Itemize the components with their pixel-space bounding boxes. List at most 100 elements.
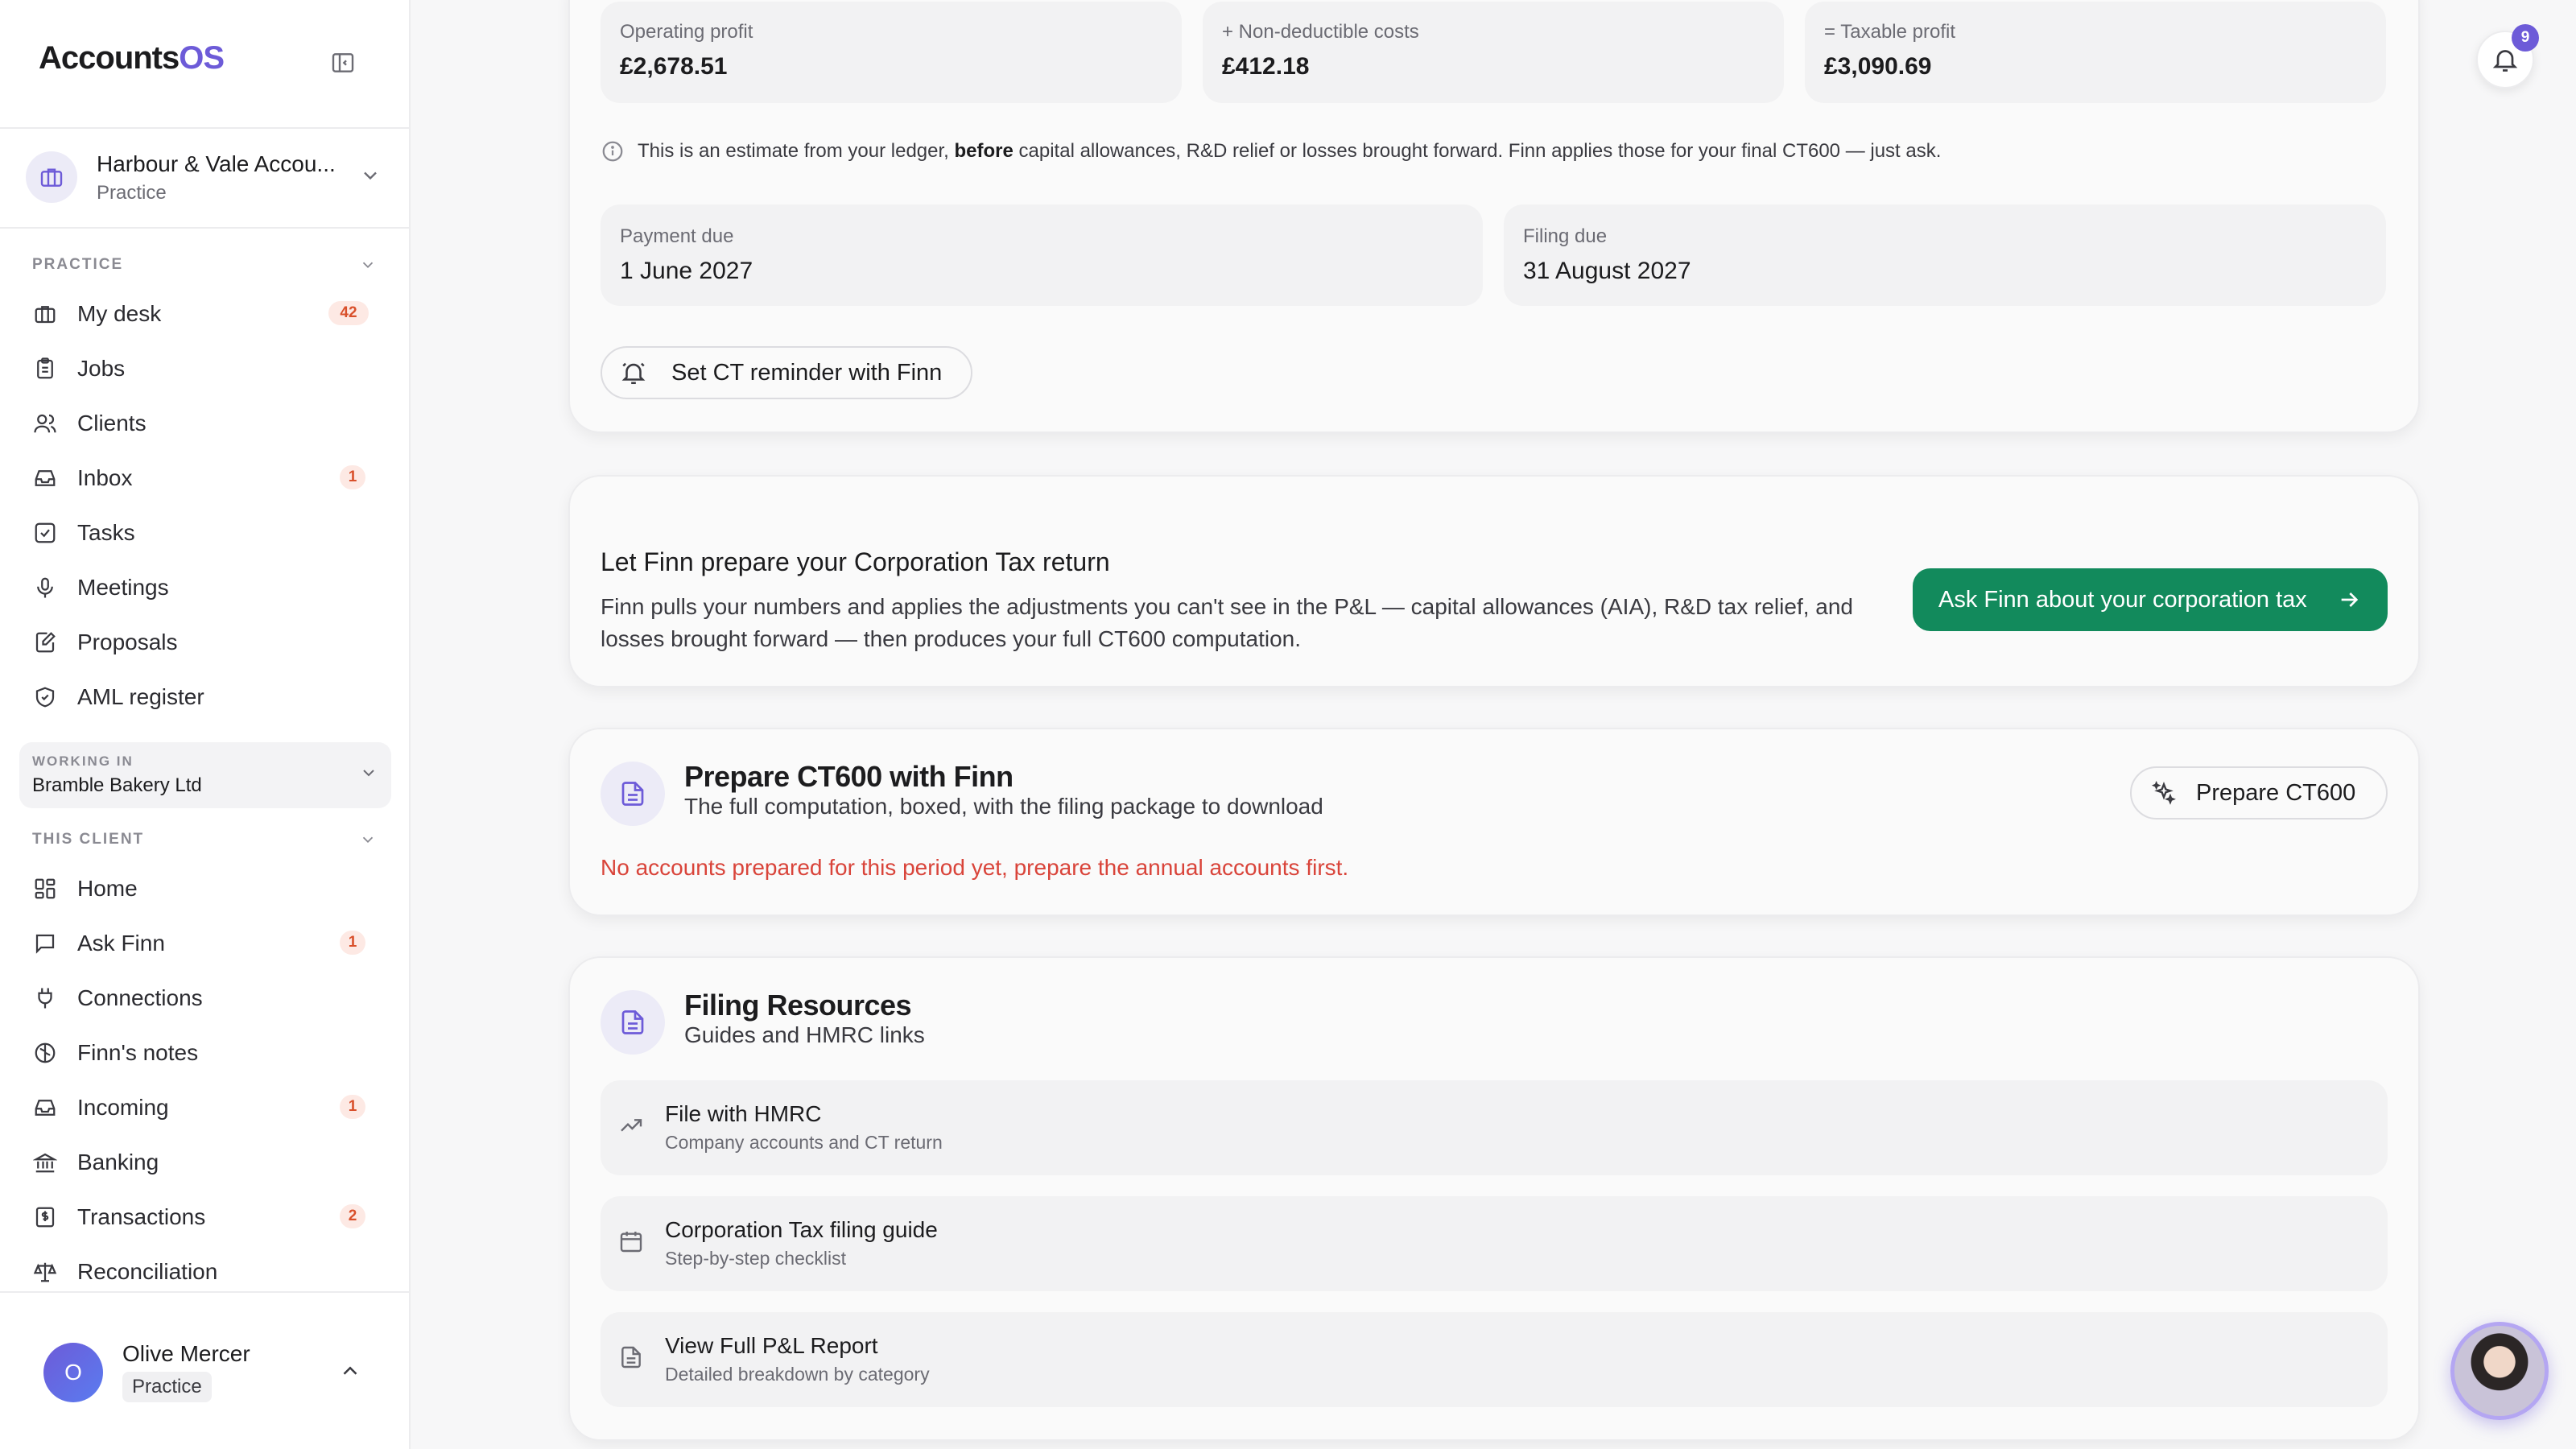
ask-finn-corporation-tax-button[interactable]: Ask Finn about your corporation tax — [1913, 568, 2388, 631]
operating-profit-stat: Operating profit £2,678.51 — [601, 2, 1182, 103]
sidebar-item-banking[interactable]: Banking — [32, 1140, 386, 1185]
sidebar-item-proposals[interactable]: Proposals — [32, 620, 386, 665]
sidebar-item-ask-finn[interactable]: Ask Finn 1 — [32, 921, 386, 966]
filing-resources-title: Filing Resources — [684, 989, 912, 1022]
non-deductible-stat: + Non-deductible costs £412.18 — [1203, 2, 1784, 103]
inbox-icon — [32, 1095, 58, 1121]
sparkle-icon — [2151, 780, 2177, 806]
chevron-down-icon[interactable] — [359, 256, 377, 278]
chat-icon — [32, 931, 58, 956]
sidebar-toggle-icon — [332, 53, 354, 72]
assistant-avatar-button[interactable] — [2450, 1322, 2549, 1420]
org-name: Harbour & Vale Accou... — [97, 151, 336, 176]
org-role: Practice — [97, 182, 167, 204]
sidebar-item-connections[interactable]: Connections — [32, 976, 386, 1021]
avatar: O — [43, 1343, 103, 1402]
arrow-right-icon — [2336, 587, 2362, 613]
stat-label: Filing due — [1523, 225, 1608, 247]
chevron-down-icon[interactable] — [359, 831, 377, 852]
sidebar-item-finns-notes[interactable]: Finn's notes — [32, 1030, 386, 1075]
sidebar-item-inbox[interactable]: Inbox 1 — [32, 456, 386, 501]
resource-subtitle: Step-by-step checklist — [665, 1248, 846, 1269]
prepare-ct600-button[interactable]: Prepare CT600 — [2130, 766, 2388, 819]
brand-logo[interactable]: AccountsOS — [39, 40, 225, 76]
sidebar-item-label: Ask Finn — [77, 931, 165, 956]
sidebar-item-label: Clients — [77, 411, 147, 436]
stat-value: 31 August 2027 — [1523, 258, 1691, 284]
stat-label: Payment due — [620, 225, 734, 247]
stat-value: £412.18 — [1222, 53, 1310, 80]
sidebar-item-label: Transactions — [77, 1204, 206, 1229]
sidebar-item-label: Proposals — [77, 630, 178, 654]
resource-title: Corporation Tax filing guide — [665, 1217, 938, 1242]
bell-icon — [2492, 50, 2518, 72]
set-ct-reminder-button[interactable]: Set CT reminder with Finn — [601, 346, 972, 399]
sidebar-item-home[interactable]: Home — [32, 866, 386, 911]
finn-prepare-title: Let Finn prepare your Corporation Tax re… — [601, 547, 1110, 576]
resource-subtitle: Company accounts and CT return — [665, 1132, 943, 1153]
note-text-bold: before — [954, 140, 1013, 162]
sidebar-item-aml-register[interactable]: AML register — [32, 675, 386, 720]
sidebar-item-incoming[interactable]: Incoming 1 — [32, 1085, 386, 1130]
button-label: Ask Finn about your corporation tax — [1938, 586, 2307, 613]
stat-label: = Taxable profit — [1824, 21, 1955, 43]
sidebar-item-label: Home — [77, 876, 138, 901]
sidebar-item-my-desk[interactable]: My desk 42 — [32, 291, 386, 336]
brain-icon — [32, 1040, 58, 1066]
shield-check-icon — [32, 684, 58, 710]
chevron-down-icon — [359, 763, 378, 786]
button-label: Set CT reminder with Finn — [671, 359, 943, 386]
receipt-icon — [32, 1204, 58, 1230]
brand-row: AccountsOS — [0, 0, 409, 129]
sidebar-collapse-button[interactable] — [330, 50, 356, 76]
ct600-card — [568, 728, 2420, 916]
stat-label: Operating profit — [620, 21, 753, 43]
resource-item-ct-filing-guide[interactable]: Corporation Tax filing guide Step-by-ste… — [601, 1196, 2388, 1291]
client-switcher[interactable]: WORKING IN Bramble Bakery Ltd — [19, 742, 391, 808]
filing-resources-subtitle: Guides and HMRC links — [684, 1022, 925, 1047]
count-badge: 1 — [340, 465, 365, 489]
ct600-title: Prepare CT600 with Finn — [684, 760, 1013, 793]
sidebar-item-meetings[interactable]: Meetings — [32, 565, 386, 610]
briefcase-icon — [40, 168, 63, 187]
resource-title: File with HMRC — [665, 1101, 822, 1126]
chevron-up-icon[interactable] — [338, 1359, 362, 1387]
sidebar-item-clients[interactable]: Clients — [32, 401, 386, 446]
plug-icon — [32, 985, 58, 1011]
sidebar-item-label: AML register — [77, 684, 204, 709]
sidebar-item-label: Finn's notes — [77, 1040, 199, 1065]
sidebar-item-label: Meetings — [77, 575, 169, 600]
sidebar-item-reconciliation[interactable]: Reconciliation — [32, 1249, 386, 1294]
note-text-before: This is an estimate from your ledger, — [638, 140, 955, 162]
taxable-profit-stat: = Taxable profit £3,090.69 — [1805, 2, 2386, 103]
ct600-error-message: No accounts prepared for this period yet… — [601, 855, 1349, 880]
ct600-subtitle: The full computation, boxed, with the fi… — [684, 794, 1323, 819]
sidebar: AccountsOS Harbour & Vale Accou... Pract… — [0, 0, 411, 1449]
finn-prepare-description: Finn pulls your numbers and applies the … — [601, 594, 1853, 651]
scale-icon — [32, 1259, 58, 1285]
sidebar-item-label: My desk — [77, 301, 162, 326]
sidebar-item-label: Jobs — [77, 356, 126, 381]
payment-due-stat: Payment due 1 June 2027 — [601, 204, 1483, 306]
sidebar-item-label: Incoming — [77, 1095, 169, 1120]
brand-main: Accounts — [39, 40, 180, 76]
sidebar-item-jobs[interactable]: Jobs — [32, 346, 386, 391]
stat-value: £2,678.51 — [620, 53, 728, 80]
bell-icon — [620, 359, 647, 386]
count-badge: 2 — [340, 1204, 365, 1228]
filing-due-stat: Filing due 31 August 2027 — [1504, 204, 2386, 306]
working-in-label: WORKING IN — [32, 753, 134, 769]
resource-item-file-with-hmrc[interactable]: File with HMRC Company accounts and CT r… — [601, 1080, 2388, 1175]
sidebar-item-tasks[interactable]: Tasks — [32, 510, 386, 555]
sidebar-item-transactions[interactable]: Transactions 2 — [32, 1195, 386, 1240]
brand-accent: OS — [179, 40, 225, 76]
briefcase-icon — [32, 301, 58, 327]
microphone-icon — [32, 575, 58, 601]
trending-up-icon — [618, 1113, 644, 1138]
stat-label: + Non-deductible costs — [1222, 21, 1419, 43]
resource-item-pl-report[interactable]: View Full P&L Report Detailed breakdown … — [601, 1312, 2388, 1407]
notification-count-badge: 9 — [2512, 24, 2539, 52]
edit-doc-icon — [32, 630, 58, 655]
resource-title: View Full P&L Report — [665, 1333, 878, 1358]
working-in-client: Bramble Bakery Ltd — [32, 774, 202, 796]
